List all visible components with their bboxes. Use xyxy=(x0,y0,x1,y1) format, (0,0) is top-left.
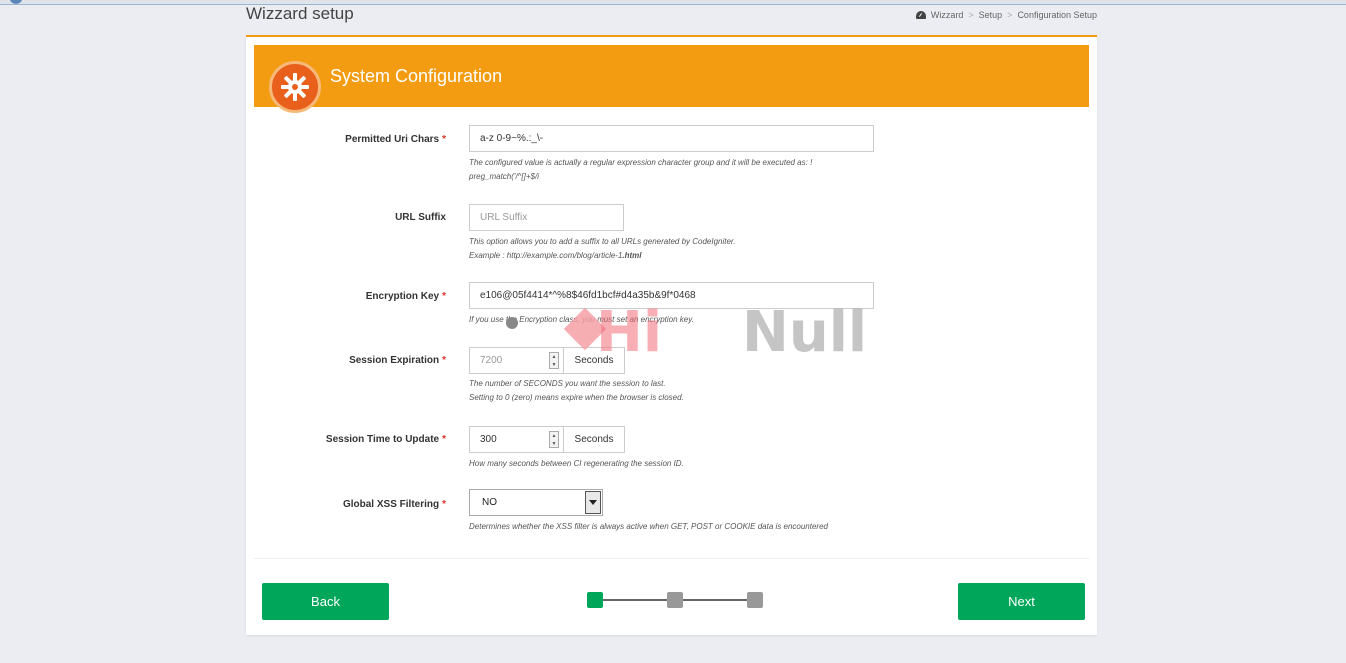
number-spinner[interactable]: ▲ ▼ xyxy=(549,431,559,448)
session-time-to-update-input[interactable]: 300 ▲ ▼ xyxy=(469,426,564,453)
footer-divider xyxy=(254,558,1089,559)
help-line: Example : http://example.com/blog/articl… xyxy=(469,249,736,263)
global-xss-filtering-help: Determines whether the XSS filter is alw… xyxy=(469,522,828,531)
permitted-uri-chars-label: Permitted Uri Chars * xyxy=(246,134,446,145)
encryption-key-label: Encryption Key * xyxy=(246,291,446,302)
required-marker: * xyxy=(442,499,446,510)
permitted-uri-chars-input[interactable]: a-z 0-9~%.:_\- xyxy=(469,125,874,152)
gear-icon xyxy=(269,61,321,113)
breadcrumb-item-setup[interactable]: Setup xyxy=(979,10,1003,20)
help-line: The configured value is actually a regul… xyxy=(469,158,813,167)
chevron-down-icon[interactable] xyxy=(585,491,601,514)
field-label-text: URL Suffix xyxy=(395,212,446,223)
wizard-progress xyxy=(587,591,763,609)
help-example-extension: .html xyxy=(622,251,642,260)
number-spinner[interactable]: ▲ ▼ xyxy=(549,352,559,369)
seconds-addon: Seconds xyxy=(564,347,625,374)
required-marker: * xyxy=(442,134,446,145)
url-suffix-help: This option allows you to add a suffix t… xyxy=(469,235,736,263)
wizard-step-1[interactable] xyxy=(587,592,603,608)
help-line: The number of SECONDS you want the sessi… xyxy=(469,379,666,388)
cursor-dot xyxy=(506,317,518,329)
banner-title: System Configuration xyxy=(330,66,503,86)
help-example-prefix: Example : http://example.com/blog/articl… xyxy=(469,251,623,260)
wizard-card: System Configuration Permitted Uri Chars… xyxy=(246,35,1097,635)
field-label-text: Encryption Key xyxy=(365,291,440,302)
spinner-up-icon[interactable]: ▲ xyxy=(550,353,558,361)
breadcrumb-separator: > xyxy=(968,10,974,20)
session-expiration-label: Session Expiration * xyxy=(246,355,446,366)
spinner-down-icon[interactable]: ▼ xyxy=(550,440,558,448)
session-time-to-update-value: 300 xyxy=(480,434,497,445)
session-expiration-input[interactable]: 7200 ▲ ▼ xyxy=(469,347,564,374)
page-title: Wizzard setup xyxy=(246,4,354,23)
browser-top-strip xyxy=(0,0,1346,5)
breadcrumb-separator: > xyxy=(1007,10,1013,20)
url-suffix-input[interactable]: URL Suffix xyxy=(469,204,624,231)
required-marker: * xyxy=(442,434,446,445)
seconds-addon: Seconds xyxy=(564,426,625,453)
session-time-to-update-help: How many seconds between CI regenerating… xyxy=(469,459,684,468)
field-label-text: Global XSS Filtering xyxy=(342,499,440,510)
wizard-step-2[interactable] xyxy=(667,592,683,608)
permitted-uri-chars-help: The configured value is actually a regul… xyxy=(469,156,812,184)
section-banner: System Configuration xyxy=(254,45,1089,113)
help-line: preg_match('/^[]+$/i xyxy=(469,172,539,181)
help-line: This option allows you to add a suffix t… xyxy=(469,237,736,246)
encryption-key-input[interactable]: e106@05f4414*^%8$46fd1bcf#d4a35b&9f*0468 xyxy=(469,282,874,309)
breadcrumb-item-configuration-setup: Configuration Setup xyxy=(1017,10,1097,20)
session-expiration-value: 7200 xyxy=(480,355,503,366)
url-suffix-label: URL Suffix xyxy=(246,212,446,223)
global-xss-filtering-label: Global XSS Filtering * xyxy=(246,499,446,510)
session-expiration-help: The number of SECONDS you want the sessi… xyxy=(469,377,684,405)
help-line: Setting to 0 (zero) means expire when th… xyxy=(469,393,684,402)
breadcrumb-item-wizzard[interactable]: Wizzard xyxy=(931,10,964,20)
breadcrumb: Wizzard > Setup > Configuration Setup xyxy=(915,10,1097,20)
dashboard-icon xyxy=(915,11,926,19)
field-label-text: Session Time to Update xyxy=(325,434,440,445)
spinner-up-icon[interactable]: ▲ xyxy=(550,432,558,440)
session-time-to-update-label: Session Time to Update * xyxy=(246,434,446,445)
global-xss-filtering-select[interactable]: NO xyxy=(469,489,603,516)
encryption-key-help: If you use the Encryption class, you mus… xyxy=(469,315,694,324)
select-value: NO xyxy=(482,497,497,508)
required-marker: * xyxy=(442,355,446,366)
browser-edge-icon xyxy=(10,0,22,4)
back-button[interactable]: Back xyxy=(262,583,389,620)
wizard-step-3[interactable] xyxy=(747,592,763,608)
field-label-text: Session Expiration xyxy=(349,355,440,366)
field-label-text: Permitted Uri Chars xyxy=(345,134,440,145)
next-button[interactable]: Next xyxy=(958,583,1085,620)
required-marker: * xyxy=(442,291,446,302)
spinner-down-icon[interactable]: ▼ xyxy=(550,361,558,369)
